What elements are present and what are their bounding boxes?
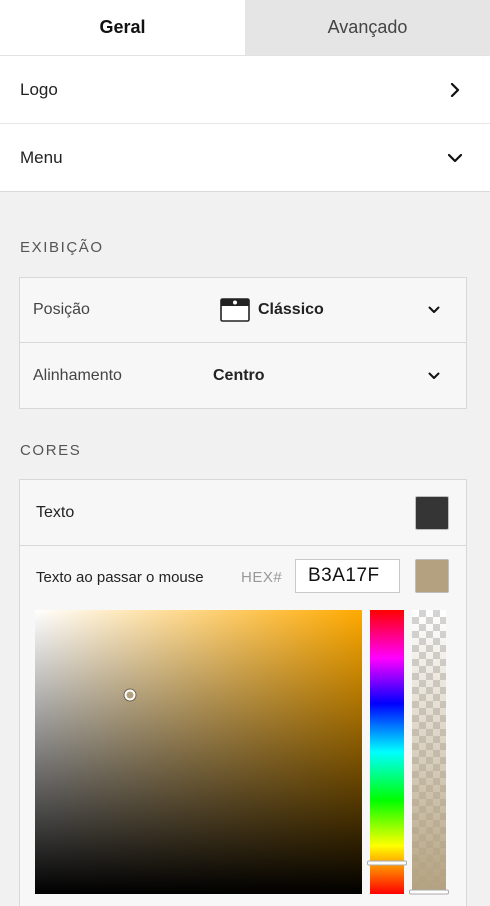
colors-box: Texto Texto ao passar o mouse HEX#: [19, 479, 467, 906]
saturation-value-picker[interactable]: [35, 610, 362, 894]
tab-general[interactable]: Geral: [0, 0, 245, 55]
tab-bar: Geral Avançado: [0, 0, 490, 56]
hue-slider[interactable]: [367, 610, 407, 894]
hover-color-header: Texto ao passar o mouse HEX#: [20, 546, 466, 608]
display-section-title: EXIBIÇÃO: [20, 239, 104, 256]
chevron-down-icon: [448, 153, 462, 162]
position-select[interactable]: Posição Clássico: [20, 278, 466, 343]
chevron-down-icon: [428, 306, 440, 313]
chevron-right-icon: [450, 82, 460, 97]
alignment-label: Alinhamento: [33, 366, 122, 384]
hover-color-swatch[interactable]: [415, 559, 449, 593]
alignment-select[interactable]: Alinhamento Centro: [20, 343, 466, 408]
hover-color-label: Texto ao passar o mouse: [36, 569, 204, 586]
value-gradient: [35, 610, 362, 894]
picker-handle[interactable]: [124, 689, 136, 701]
alignment-value: Centro: [213, 366, 265, 384]
chevron-down-icon: [428, 372, 440, 379]
text-color-swatch[interactable]: [415, 495, 449, 530]
nav-list: Logo Menu: [0, 56, 490, 192]
tab-advanced[interactable]: Avançado: [245, 0, 490, 55]
position-label: Posição: [33, 301, 90, 318]
hex-input[interactable]: [295, 559, 400, 593]
nav-item-label: Logo: [20, 79, 58, 99]
alpha-slider-handle[interactable]: [409, 889, 449, 895]
position-value-text: Clássico: [258, 301, 324, 318]
nav-item-logo[interactable]: Logo: [0, 56, 490, 124]
colors-section-title: CORES: [20, 442, 82, 459]
nav-item-menu[interactable]: Menu: [0, 124, 490, 192]
text-color-row: Texto: [20, 480, 466, 546]
alpha-slider[interactable]: [409, 610, 449, 895]
hex-label: HEX#: [241, 569, 283, 586]
alpha-gradient: [412, 610, 446, 894]
display-box: Posição Clássico Alinhamento Centro: [19, 277, 467, 409]
nav-item-label: Menu: [20, 147, 63, 167]
classic-layout-icon: [220, 298, 250, 322]
text-color-label: Texto: [36, 503, 75, 521]
settings-panel: Geral Avançado Logo Menu EXIBIÇÃO Posiçã…: [0, 0, 490, 906]
position-value: Clássico: [220, 298, 324, 322]
hue-slider-handle[interactable]: [367, 860, 407, 866]
